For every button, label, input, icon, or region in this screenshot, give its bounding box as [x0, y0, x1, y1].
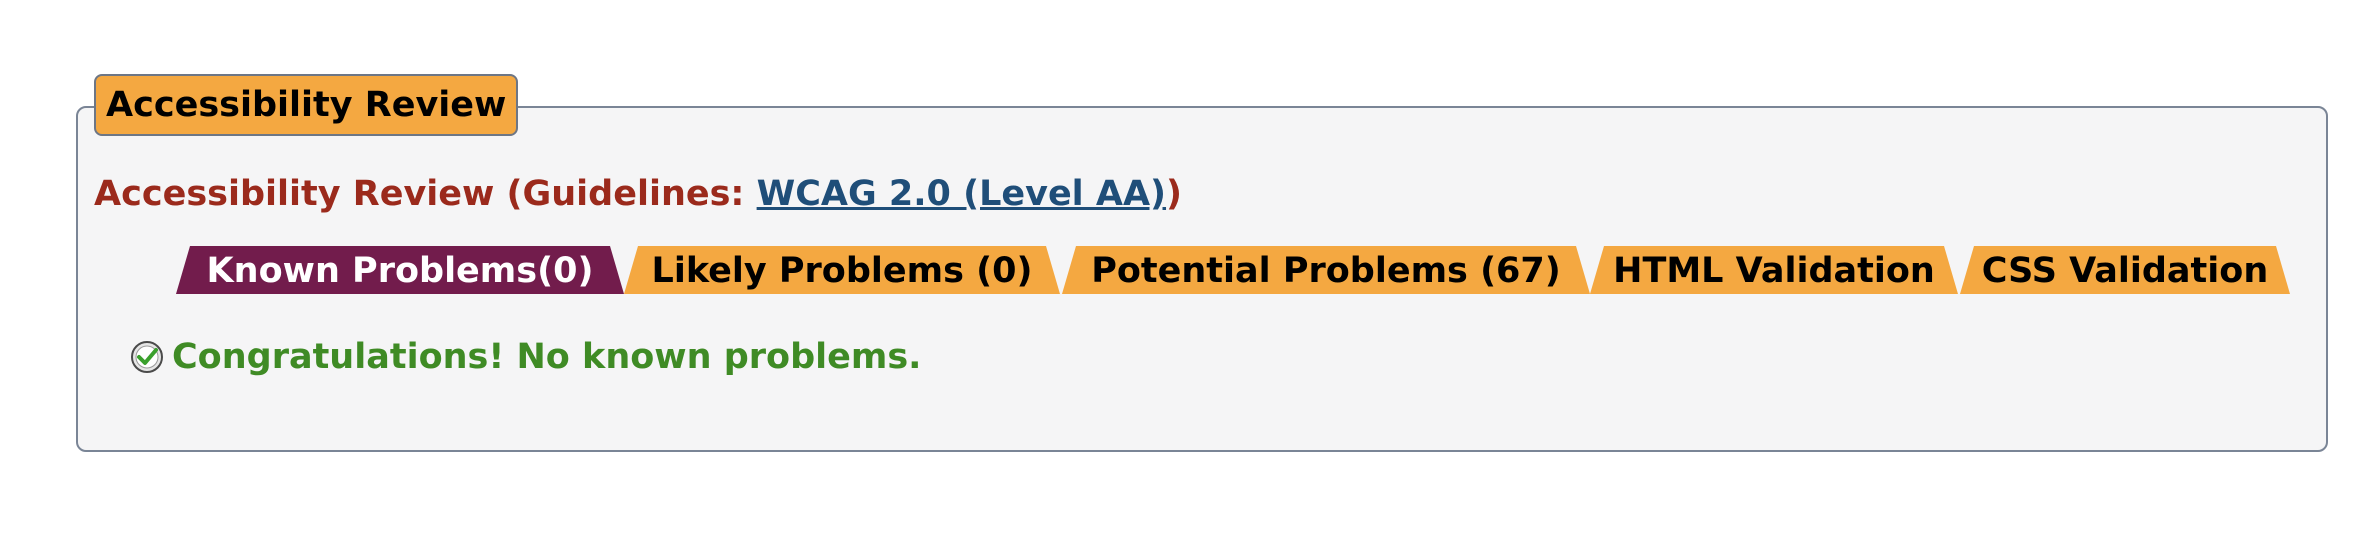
- panel-legend: Accessibility Review: [94, 74, 519, 136]
- tab-html-validation[interactable]: HTML Validation: [1590, 246, 1958, 294]
- tab-known-problems[interactable]: Known Problems(0): [176, 246, 624, 294]
- check-circle-icon: [131, 341, 163, 373]
- wcag-guidelines-link[interactable]: WCAG 2.0 (Level AA): [757, 174, 1166, 214]
- guidelines-suffix: ): [1166, 174, 1183, 214]
- tab-css-validation[interactable]: CSS Validation: [1960, 246, 2290, 294]
- success-message: Congratulations! No known problems.: [172, 337, 922, 377]
- tab-likely-problems[interactable]: Likely Problems (0): [624, 246, 1060, 294]
- guidelines-prefix: Accessibility Review (Guidelines:: [94, 174, 757, 214]
- tab-potential-problems[interactable]: Potential Problems (67): [1062, 246, 1590, 294]
- result-row: Congratulations! No known problems.: [130, 334, 921, 380]
- guidelines-heading: Accessibility Review (Guidelines: WCAG 2…: [94, 170, 1182, 218]
